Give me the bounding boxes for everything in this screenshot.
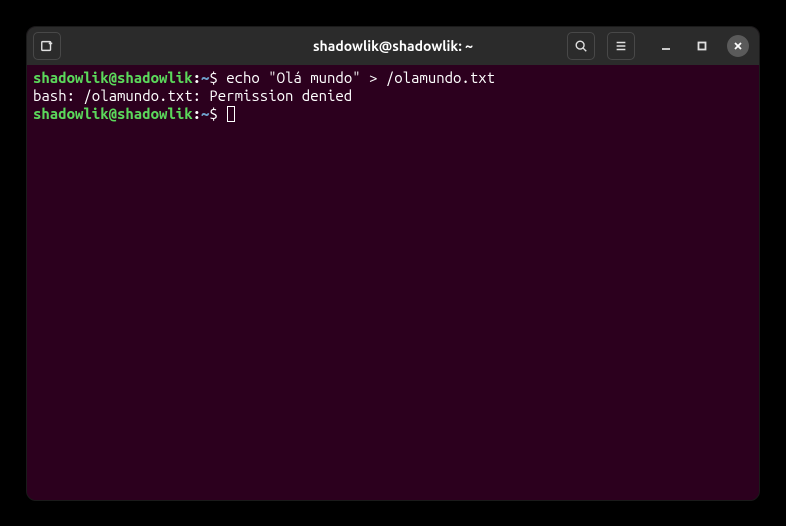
command-text xyxy=(218,105,226,122)
new-tab-button[interactable] xyxy=(33,32,61,60)
close-button[interactable] xyxy=(727,35,749,57)
close-icon xyxy=(733,41,743,51)
terminal-body[interactable]: shadowlik@shadowlik:~$ echo "Olá mundo" … xyxy=(27,65,759,500)
command-text: echo "Olá mundo" > /olamundo.txt xyxy=(218,69,495,86)
prompt-symbol: $ xyxy=(209,69,217,86)
window-controls xyxy=(655,35,749,57)
terminal-window: shadowlik@shadowlik: ~ xyxy=(26,26,760,501)
new-tab-icon xyxy=(40,39,54,53)
terminal-line-3: shadowlik@shadowlik:~$ xyxy=(33,105,753,123)
terminal-line-1: shadowlik@shadowlik:~$ echo "Olá mundo" … xyxy=(33,69,753,87)
hamburger-icon xyxy=(614,39,628,53)
search-button[interactable] xyxy=(567,32,595,60)
prompt-user-host: shadowlik@shadowlik xyxy=(33,105,193,122)
titlebar-left xyxy=(33,32,61,60)
maximize-button[interactable] xyxy=(691,35,713,57)
menu-button[interactable] xyxy=(607,32,635,60)
prompt-colon: : xyxy=(193,105,201,122)
prompt-user-host: shadowlik@shadowlik xyxy=(33,69,193,86)
prompt-symbol: $ xyxy=(209,105,217,122)
maximize-icon xyxy=(697,41,707,51)
prompt-colon: : xyxy=(193,69,201,86)
minimize-button[interactable] xyxy=(655,35,677,57)
terminal-line-2: bash: /olamundo.txt: Permission denied xyxy=(33,87,753,105)
minimize-icon xyxy=(661,41,671,51)
cursor xyxy=(227,106,235,122)
search-icon xyxy=(574,39,588,53)
titlebar[interactable]: shadowlik@shadowlik: ~ xyxy=(27,27,759,65)
titlebar-right xyxy=(567,32,753,60)
